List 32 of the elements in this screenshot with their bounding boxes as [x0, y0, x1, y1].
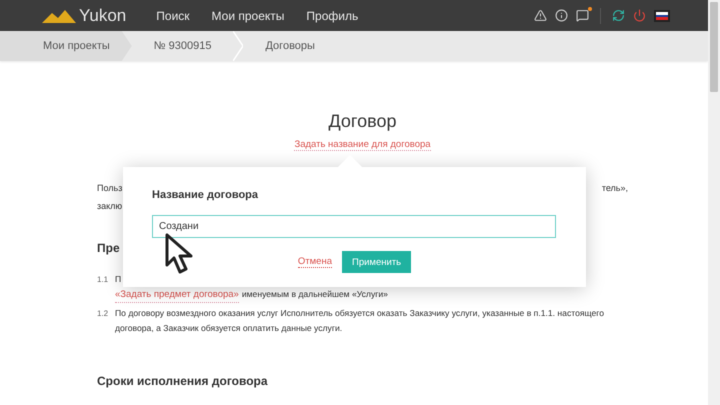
clause-text: именуемым в дальнейшем «Услуги» [242, 288, 388, 301]
breadcrumb-link[interactable]: Договоры [243, 31, 337, 61]
clause-text: П [115, 273, 122, 286]
breadcrumb-link[interactable]: Мои проекты [0, 31, 132, 61]
paragraph-text: тель», [602, 182, 628, 195]
logo[interactable]: Yukon [42, 6, 126, 26]
clause-number: 1.2 [97, 308, 110, 320]
logo-text: Yukon [79, 6, 126, 26]
warning-icon[interactable] [534, 9, 547, 22]
section-heading: Сроки исполнения договора [97, 374, 268, 388]
scrollbar-thumb[interactable] [710, 2, 718, 92]
paragraph-text: заклю [97, 200, 122, 213]
clause-number: 1.1 [97, 274, 110, 286]
power-icon[interactable] [633, 9, 646, 22]
clause-text: По договору возмездного оказания услуг Исполнитель обязуется оказать Заказчику услуги, указанные в п.1.1. настоящего договора, а Заказчик обязуется оплатить данные услуги. [115, 307, 606, 335]
refresh-icon[interactable] [612, 9, 625, 22]
document-title: Договор [328, 111, 396, 132]
paragraph-text: Польз [97, 182, 122, 195]
nav-link[interactable]: Поиск [156, 8, 190, 22]
message-icon[interactable] [576, 9, 589, 22]
nav-link[interactable]: Профиль [306, 8, 358, 22]
chevron-icon [233, 31, 244, 61]
cancel-link[interactable]: Отмена [298, 256, 332, 268]
nav-link[interactable]: Мои проекты [212, 8, 284, 22]
set-title-link[interactable]: Задать название для договора [294, 139, 431, 151]
flag-icon[interactable] [654, 10, 670, 22]
info-icon[interactable] [555, 9, 568, 22]
contract-name-field[interactable]: Создани [152, 215, 556, 238]
breadcrumb-link[interactable]: № 9300915 [132, 31, 234, 61]
section-heading: Пре [97, 241, 120, 255]
mountain-logo-icon [42, 8, 76, 22]
popup-title: Название договора [152, 189, 260, 201]
